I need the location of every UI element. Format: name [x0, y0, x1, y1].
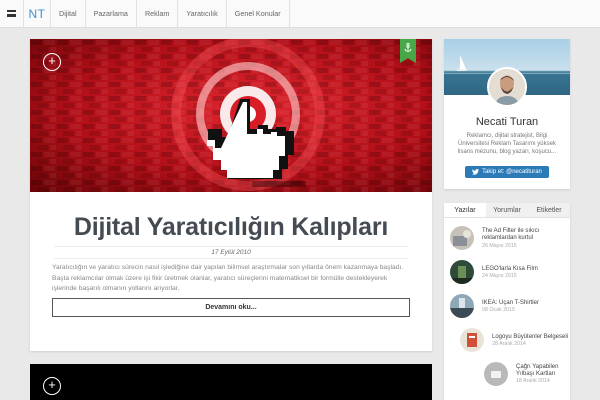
list-item-title: LEGO'larla Kısa Film: [482, 266, 538, 272]
anchor-glyph: [404, 43, 412, 52]
nav-item-yaraticilik[interactable]: Yaratıcılık: [178, 0, 227, 27]
tab-yazilar[interactable]: Yazılar: [444, 203, 486, 217]
list-item-date: 08 Ocak 2015: [482, 307, 515, 313]
thumb-image: [484, 362, 508, 386]
tab-yorumlar[interactable]: Yorumlar: [486, 203, 528, 217]
post-title[interactable]: Dijital Yaratıcılığın Kalıpları: [30, 213, 432, 242]
post-thumbnail: [484, 362, 508, 386]
list-item-title: The Ad Filter ile sıkıcı reklamlardan ku…: [482, 228, 540, 241]
list-item-title: IKEA: Uçan T-Shirtler: [482, 300, 539, 306]
post-excerpt: Yaratıcılığın ve yaratıcı sürecin nasıl …: [52, 264, 404, 292]
thumb-image: [450, 226, 474, 250]
list-item-date: 28 Aralık 2014: [492, 341, 526, 347]
post-card-2-hero[interactable]: +: [30, 364, 432, 400]
thumb-image: [450, 294, 474, 318]
top-navbar: NT Dijital Pazarlama Reklam Yaratıcılık …: [0, 0, 600, 28]
nav-item-genel-konular[interactable]: Genel Konular: [227, 0, 290, 27]
site-logo[interactable]: NT: [24, 0, 51, 27]
thumb-image: [460, 328, 484, 352]
twitter-follow-button[interactable]: Takip et: @necatituran: [465, 166, 549, 178]
twitter-follow-label: Takip et: @necatituran: [482, 169, 542, 175]
list-item-title: Çağrı Yapabilen Yılbaşı Kartları: [516, 364, 559, 377]
list-item-date: 24 Mayıs 2015: [482, 273, 517, 279]
post-hero-image[interactable]: +: [30, 39, 432, 192]
hamburger-menu-icon[interactable]: [0, 0, 24, 27]
author-profile-widget: Necati Turan Reklamcı, dijital stratejis…: [444, 39, 570, 189]
list-item-date: 26 Mayıs 2015: [482, 243, 517, 249]
list-item[interactable]: The Ad Filter ile sıkıcı reklamlardan ku…: [450, 226, 564, 256]
avatar-photo: [489, 69, 525, 105]
recent-posts-widget: Yazılar Yorumlar Etiketler The Ad Filter…: [444, 203, 570, 400]
post-thumbnail: [450, 260, 474, 284]
nav-item-pazarlama[interactable]: Pazarlama: [86, 0, 137, 27]
list-item-title: Logoyu Büyütenler Belgeseli: [492, 334, 569, 340]
profile-name: Necati Turan: [475, 116, 539, 128]
list-item[interactable]: Çağrı Yapabilen Yılbaşı Kartları 18 Aral…: [484, 362, 568, 392]
nav-item-dijital[interactable]: Dijital: [51, 0, 86, 27]
list-item-date: 18 Aralık 2014: [516, 378, 550, 384]
post-thumbnail: [450, 294, 474, 318]
post-card: + Dijital Yaratıcılığın Kalıpları 17 Eyl…: [30, 39, 432, 351]
plus-circle-icon[interactable]: +: [43, 377, 61, 395]
read-more-button[interactable]: Devamını oku...: [52, 298, 410, 317]
hero-illustration: [30, 39, 432, 192]
profile-bio: Reklamcı, dijital stratejist, Bilgi Üniv…: [457, 133, 557, 156]
post-thumbnail: [450, 226, 474, 250]
list-item[interactable]: IKEA: Uçan T-Shirtler 08 Ocak 2015: [450, 294, 564, 324]
plus-circle-icon[interactable]: +: [43, 53, 61, 71]
widget-tabs: Yazılar Yorumlar Etiketler: [444, 203, 570, 218]
post-date: 17 Eylül 2010: [54, 246, 408, 259]
list-item[interactable]: LEGO'larla Kısa Film 24 Mayıs 2015: [450, 260, 564, 290]
nav-item-reklam[interactable]: Reklam: [137, 0, 179, 27]
tab-etiketler[interactable]: Etiketler: [528, 203, 570, 217]
thumb-image: [450, 260, 474, 284]
post-thumbnail: [460, 328, 484, 352]
twitter-icon: [472, 169, 480, 175]
list-item[interactable]: Logoyu Büyütenler Belgeseli 28 Aralık 20…: [460, 328, 568, 358]
avatar[interactable]: [487, 67, 527, 107]
